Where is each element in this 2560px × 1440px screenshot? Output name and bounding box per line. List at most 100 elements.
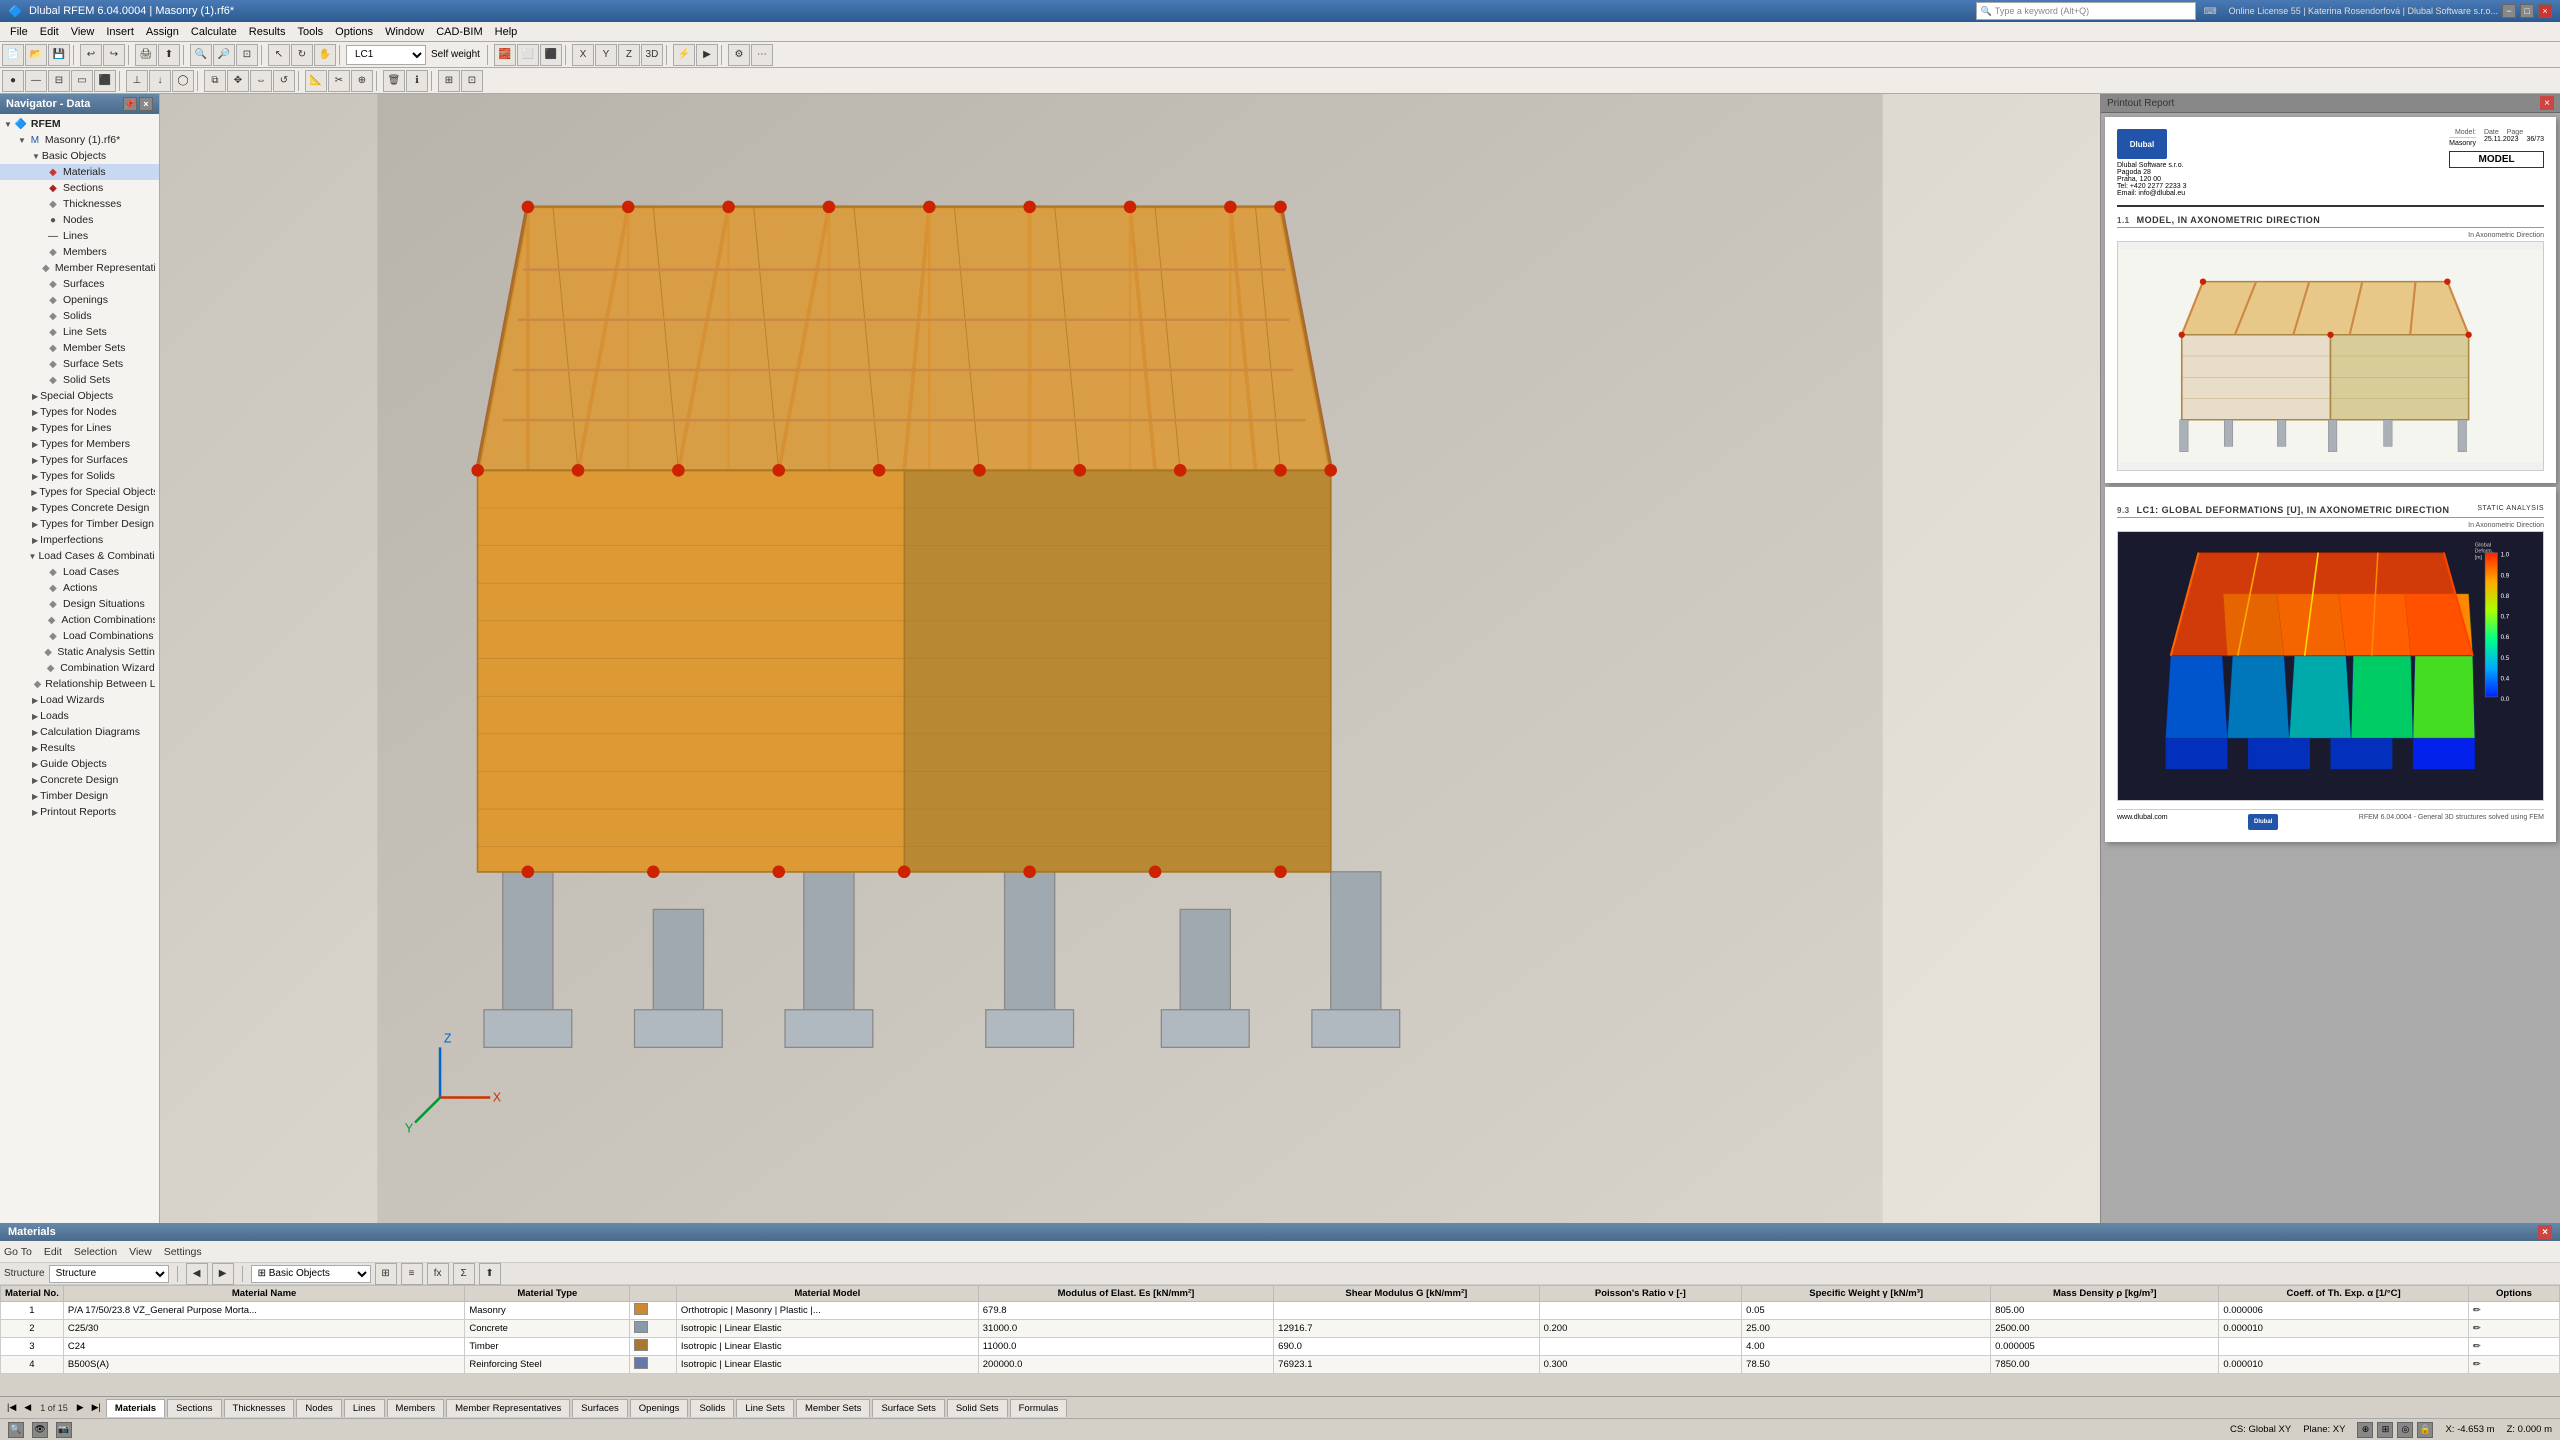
pdf-close-button[interactable]: × bbox=[2540, 96, 2554, 110]
mirror-tool[interactable]: ⇔ bbox=[250, 70, 272, 92]
status-coord-icon[interactable]: ⊕ bbox=[2357, 1422, 2373, 1438]
save-button[interactable]: 💾 bbox=[48, 44, 70, 66]
nav-item-rfem[interactable]: ▼ 🔷 RFEM bbox=[0, 116, 159, 132]
view-3d-button[interactable]: 3D bbox=[641, 44, 663, 66]
tab-openings[interactable]: Openings bbox=[630, 1399, 689, 1417]
bottom-close-button[interactable]: × bbox=[2538, 1225, 2552, 1239]
select-button[interactable]: ↖ bbox=[268, 44, 290, 66]
viewport-area[interactable]: X Z Y bbox=[160, 94, 2100, 1223]
nav-item-basic-objects[interactable]: ▼ Basic Objects bbox=[0, 148, 159, 164]
copy-tool[interactable]: ⧉ bbox=[204, 70, 226, 92]
nav-item-special-objects[interactable]: ▶ Special Objects bbox=[0, 388, 159, 404]
mat-edit-icon-3[interactable]: ✏ bbox=[2473, 1341, 2481, 1352]
tab-member-reps[interactable]: Member Representatives bbox=[446, 1399, 570, 1417]
zoom-in-button[interactable]: 🔍 bbox=[190, 44, 212, 66]
render-mode-button[interactable]: 🧱 bbox=[494, 44, 516, 66]
filter-prev-button[interactable]: ◀ bbox=[186, 1263, 208, 1285]
tab-nav-prev[interactable]: ◀ bbox=[21, 1402, 34, 1413]
filter-next-button[interactable]: ▶ bbox=[212, 1263, 234, 1285]
node-tool[interactable]: ● bbox=[2, 70, 24, 92]
open-button[interactable]: 📂 bbox=[25, 44, 47, 66]
rotate-button[interactable]: ↻ bbox=[291, 44, 313, 66]
nav-item-design-situations[interactable]: ◆ Design Situations bbox=[0, 596, 159, 612]
solid-button[interactable]: ⬛ bbox=[540, 44, 562, 66]
nav-item-printout[interactable]: ▶ Printout Reports bbox=[0, 804, 159, 820]
tab-nav-first[interactable]: |◀ bbox=[4, 1402, 19, 1413]
nav-item-rel-load-cases[interactable]: ◆ Relationship Between Load Cases bbox=[0, 676, 159, 692]
tab-line-sets[interactable]: Line Sets bbox=[736, 1399, 794, 1417]
mat-edit-icon-4[interactable]: ✏ bbox=[2473, 1359, 2481, 1370]
filter-basic-objects-combo[interactable]: ⊞ Basic Objects bbox=[251, 1265, 371, 1283]
nav-pin-button[interactable]: 📌 bbox=[123, 97, 137, 111]
nav-item-types-timber[interactable]: ▶ Types for Timber Design bbox=[0, 516, 159, 532]
nav-item-types-lines[interactable]: ▶ Types for Lines bbox=[0, 420, 159, 436]
nav-item-concrete-design[interactable]: ▶ Concrete Design bbox=[0, 772, 159, 788]
menu-help[interactable]: Help bbox=[489, 24, 524, 40]
calc-all-button[interactable]: ▶ bbox=[696, 44, 718, 66]
bottom-tb-edit[interactable]: Edit bbox=[44, 1246, 62, 1258]
nav-item-materials[interactable]: ◆ Materials bbox=[0, 164, 159, 180]
nav-item-member-sets[interactable]: ◆ Member Sets bbox=[0, 340, 159, 356]
nav-item-load-cases-combo[interactable]: ▼ Load Cases & Combinations bbox=[0, 548, 159, 564]
nav-item-calc-diagrams[interactable]: ▶ Calculation Diagrams bbox=[0, 724, 159, 740]
divide-tool[interactable]: ⊕ bbox=[351, 70, 373, 92]
nav-item-static-analysis[interactable]: ◆ Static Analysis Settings bbox=[0, 644, 159, 660]
view-x-button[interactable]: X bbox=[572, 44, 594, 66]
mat-opt-1[interactable]: ✏ bbox=[2468, 1302, 2559, 1320]
tab-nav-next[interactable]: ▶ bbox=[74, 1402, 87, 1413]
pdf-panel-inner[interactable]: Dlubal Dlubal Software s.r.o. Pagoda 28 … bbox=[2101, 113, 2560, 1223]
status-snap-icon[interactable]: ◎ bbox=[2397, 1422, 2413, 1438]
status-icon-1[interactable]: 🔍 bbox=[8, 1422, 24, 1438]
nav-item-nodes[interactable]: ● Nodes bbox=[0, 212, 159, 228]
nav-item-line-sets[interactable]: ◆ Line Sets bbox=[0, 324, 159, 340]
status-lock-icon[interactable]: 🔒 bbox=[2417, 1422, 2433, 1438]
filter-grid-button[interactable]: ⊞ bbox=[375, 1263, 397, 1285]
nav-item-action-combos[interactable]: ◆ Action Combinations bbox=[0, 612, 159, 628]
undo-button[interactable]: ↩ bbox=[80, 44, 102, 66]
mat-opt-3[interactable]: ✏ bbox=[2468, 1338, 2559, 1356]
status-grid-icon[interactable]: ⊞ bbox=[2377, 1422, 2393, 1438]
intersect-tool[interactable]: ✂ bbox=[328, 70, 350, 92]
maximize-button[interactable]: □ bbox=[2520, 4, 2534, 18]
nav-item-imperfections[interactable]: ▶ Imperfections bbox=[0, 532, 159, 548]
nav-item-types-nodes[interactable]: ▶ Types for Nodes bbox=[0, 404, 159, 420]
menu-window[interactable]: Window bbox=[379, 24, 430, 40]
tab-lines[interactable]: Lines bbox=[344, 1399, 385, 1417]
table-row[interactable]: 4 B500S(A) Reinforcing Steel Isotropic |… bbox=[1, 1356, 2560, 1374]
load-case-combo[interactable]: LC1 bbox=[346, 45, 426, 65]
bottom-table-container[interactable]: Material No. Material Name Material Type… bbox=[0, 1285, 2560, 1396]
nav-item-model[interactable]: ▼ M Masonry (1).rf6* bbox=[0, 132, 159, 148]
menu-file[interactable]: File bbox=[4, 24, 34, 40]
menu-calculate[interactable]: Calculate bbox=[185, 24, 243, 40]
nav-item-types-concrete[interactable]: ▶ Types Concrete Design bbox=[0, 500, 159, 516]
bottom-tb-settings[interactable]: Settings bbox=[164, 1246, 202, 1258]
release-tool[interactable]: ◯ bbox=[172, 70, 194, 92]
grid-btn[interactable]: ⊡ bbox=[461, 70, 483, 92]
bottom-tb-view[interactable]: View bbox=[129, 1246, 152, 1258]
member-tool[interactable]: ⊟ bbox=[48, 70, 70, 92]
view-z-button[interactable]: Z bbox=[618, 44, 640, 66]
table-row[interactable]: 2 C25/30 Concrete Isotropic | Linear Ela… bbox=[1, 1320, 2560, 1338]
prop-btn[interactable]: ℹ bbox=[406, 70, 428, 92]
measure-tool[interactable]: 📐 bbox=[305, 70, 327, 92]
surface-tool[interactable]: ▭ bbox=[71, 70, 93, 92]
nav-item-solids[interactable]: ◆ Solids bbox=[0, 308, 159, 324]
nav-item-openings[interactable]: ◆ Openings bbox=[0, 292, 159, 308]
filter-structure-combo[interactable]: Structure bbox=[49, 1265, 169, 1283]
nav-close-button[interactable]: × bbox=[139, 97, 153, 111]
mat-edit-icon-2[interactable]: ✏ bbox=[2473, 1323, 2481, 1334]
table-row[interactable]: 3 C24 Timber Isotropic | Linear Elastic … bbox=[1, 1338, 2560, 1356]
move-tool[interactable]: ✥ bbox=[227, 70, 249, 92]
menu-view[interactable]: View bbox=[65, 24, 101, 40]
calc-button[interactable]: ⚡ bbox=[673, 44, 695, 66]
nav-item-thicknesses[interactable]: ◆ Thicknesses bbox=[0, 196, 159, 212]
redo-button[interactable]: ↪ bbox=[103, 44, 125, 66]
tab-member-sets[interactable]: Member Sets bbox=[796, 1399, 871, 1417]
nav-item-load-cases[interactable]: ◆ Load Cases bbox=[0, 564, 159, 580]
print-button[interactable]: 🖨 bbox=[135, 44, 157, 66]
menu-options[interactable]: Options bbox=[329, 24, 379, 40]
tab-materials[interactable]: Materials bbox=[106, 1399, 165, 1417]
close-button[interactable]: × bbox=[2538, 4, 2552, 18]
menu-assign[interactable]: Assign bbox=[140, 24, 185, 40]
nav-item-types-members[interactable]: ▶ Types for Members bbox=[0, 436, 159, 452]
